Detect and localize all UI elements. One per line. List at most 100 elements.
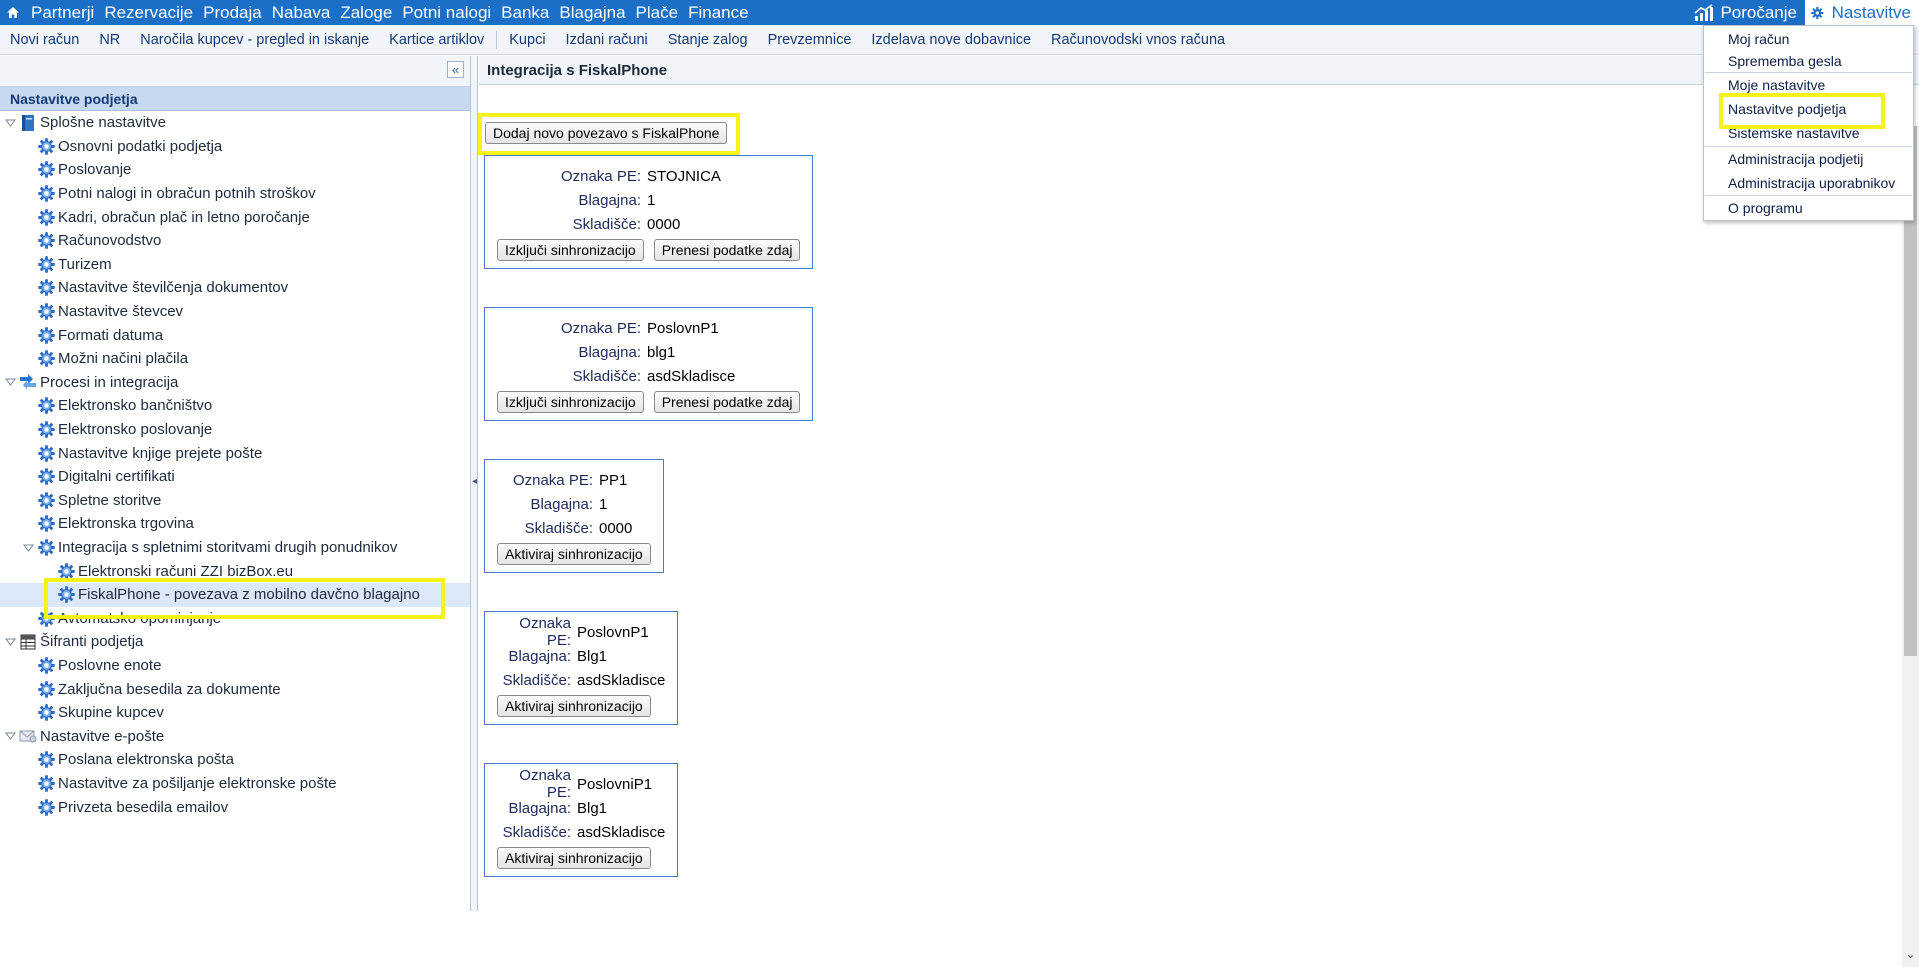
tree-item-kadri-obracun-plac-in-letno-porocanje[interactable]: Kadri, obračun plač in letno poročanje xyxy=(0,205,470,229)
tree-item-splosne-nastavitve[interactable]: Splošne nastavitve xyxy=(0,111,470,135)
tree-item-spletne-storitve[interactable]: Spletne storitve xyxy=(0,489,470,513)
prenesi-podatke-zdaj-button[interactable]: Prenesi podatke zdaj xyxy=(653,391,801,413)
home-icon[interactable] xyxy=(0,0,26,25)
tree-item-zakljucna-besedila-za-dokumente[interactable]: Zaključna besedila za dokumente xyxy=(0,677,470,701)
menu-item-moj-racun[interactable]: Moj račun xyxy=(1728,28,1789,50)
toolbar-novi-racun[interactable]: Novi račun xyxy=(0,32,89,48)
tree-item-elektronsko-poslovanje[interactable]: Elektronsko poslovanje xyxy=(0,418,470,442)
tree-item-nastavitve-e-poste[interactable]: Nastavitve e-pošte xyxy=(0,725,470,749)
tree-expand-icon[interactable] xyxy=(4,376,16,388)
register-field-label: Blagajna: xyxy=(578,343,641,361)
main-menu-bar: Partnerji Rezervacije Prodaja Nabava Zaloge P… xyxy=(0,0,1919,25)
menu-item-o-programu[interactable]: O programu xyxy=(1728,197,1803,219)
tree-item-formati-datuma[interactable]: Formati datuma xyxy=(0,323,470,347)
reports-menu[interactable]: Poročanje xyxy=(1690,0,1803,25)
toolbar-racunovodski-vnos-racuna[interactable]: Računovodski vnos računa xyxy=(1041,32,1235,48)
tree-item-poslovanje[interactable]: Poslovanje xyxy=(0,158,470,182)
toolbar-narocila-kupcev-pregled-in-iskanje[interactable]: Naročila kupcev - pregled in iskanje xyxy=(130,32,379,48)
top-menu-blagajna[interactable]: Blagajna xyxy=(554,0,630,25)
add-fiskalphone-connection-button[interactable]: Dodaj novo povezavo s FiskalPhone xyxy=(485,122,728,144)
toolbar-stanje-zalog[interactable]: Stanje zalog xyxy=(658,32,758,48)
scroll-down-icon[interactable]: ⌄ xyxy=(1904,948,1917,961)
top-menu-prodaja[interactable]: Prodaja xyxy=(198,0,267,25)
warehouse-field-value: 0000 xyxy=(599,519,633,537)
menu-item-administracija-podjetij[interactable]: Administracija podjetij xyxy=(1728,148,1863,170)
tree-item-nastavitve-za-posiljanje-elektronske-poste[interactable]: Nastavitve za pošiljanje elektronske poš… xyxy=(0,772,470,796)
tree-item-label: Skupine kupcev xyxy=(58,704,164,722)
toolbar-izdani-racuni[interactable]: Izdani računi xyxy=(556,32,658,48)
tree-item-nastavitve-stevilcenja-dokumentov[interactable]: Nastavitve številčenja dokumentov xyxy=(0,276,470,300)
warehouse-field: Skladišče: 0000 xyxy=(497,212,800,236)
tree-expand-icon[interactable] xyxy=(4,730,16,742)
tree-item-elektronski-racuni-zzi-bizbox-eu[interactable]: Elektronski računi ZZI bizBox.eu xyxy=(0,559,470,583)
aktiviraj-sinhronizacijo-button[interactable]: Aktiviraj sinhronizacijo xyxy=(497,847,651,869)
top-menu-rezervacije[interactable]: Rezervacije xyxy=(99,0,198,25)
panel-splitter[interactable]: ◂ xyxy=(471,56,478,911)
top-menu-partnerji[interactable]: Partnerji xyxy=(26,0,99,25)
tree-item-skupine-kupcev[interactable]: Skupine kupcev xyxy=(0,701,470,725)
tree-item-procesi-in-integracija[interactable]: Procesi in integracija xyxy=(0,371,470,395)
pe-field: Oznaka PE: PoslovnP1 xyxy=(497,316,800,340)
card-buttons: Aktiviraj sinhronizacijo xyxy=(497,847,665,876)
tree-expand-icon[interactable] xyxy=(22,542,34,554)
tree-item-elektronska-trgovina[interactable]: Elektronska trgovina xyxy=(0,512,470,536)
tree-item-label: Digitalni certifikati xyxy=(58,468,175,486)
izkljuci-sinhronizacijo-button[interactable]: Izključi sinhronizacijo xyxy=(497,239,644,261)
tree-item-turizem[interactable]: Turizem xyxy=(0,253,470,277)
tree-item-nastavitve-knjige-prejete-poste[interactable]: Nastavitve knjige prejete pošte xyxy=(0,441,470,465)
warehouse-field-value: asdSkladisce xyxy=(577,671,666,689)
tree-item-integracija-s-spletnimi-storitvami-drugih-ponudnikov[interactable]: Integracija s spletnimi storitvami drugi… xyxy=(0,536,470,560)
top-menu-banka[interactable]: Banka xyxy=(496,0,554,25)
toolbar-izdelava-nove-dobavnice[interactable]: Izdelava nove dobavnice xyxy=(861,32,1041,48)
toolbar-kartice-artiklov[interactable]: Kartice artiklov xyxy=(379,32,494,48)
gear-icon xyxy=(37,657,55,675)
toolbar-prevzemnice[interactable]: Prevzemnice xyxy=(758,32,862,48)
gear-icon xyxy=(37,137,55,155)
top-menu-potni-nalogi[interactable]: Potni nalogi xyxy=(397,0,496,25)
tree-item-elektronsko-bancnistvo[interactable]: Elektronsko bančništvo xyxy=(0,394,470,418)
tree-item-fiskalphone-povezava-z-mobilno-davcno-blagajno[interactable]: FiskalPhone - povezava z mobilno davčno … xyxy=(0,583,470,607)
menu-item-sistemske-nastavitve[interactable]: Sistemske nastavitve xyxy=(1728,122,1860,144)
aktiviraj-sinhronizacijo-button[interactable]: Aktiviraj sinhronizacijo xyxy=(497,543,651,565)
collapse-panel-button[interactable]: « xyxy=(447,61,464,78)
prenesi-podatke-zdaj-button[interactable]: Prenesi podatke zdaj xyxy=(653,239,801,261)
register-field-value: Blg1 xyxy=(577,647,608,665)
tree-item-poslana-elektronska-posta[interactable]: Poslana elektronska pošta xyxy=(0,748,470,772)
tree-item-digitalni-certifikati[interactable]: Digitalni certifikati xyxy=(0,465,470,489)
tree-item-mozni-nacini-placila[interactable]: Možni načini plačila xyxy=(0,347,470,371)
toolbar-nr[interactable]: NR xyxy=(89,32,130,48)
tree-expand-icon[interactable] xyxy=(4,117,16,129)
izkljuci-sinhronizacijo-button[interactable]: Izključi sinhronizacijo xyxy=(497,391,644,413)
top-menu-place[interactable]: Plače xyxy=(631,0,684,25)
aktiviraj-sinhronizacijo-button[interactable]: Aktiviraj sinhronizacijo xyxy=(497,695,651,717)
top-menu-finance[interactable]: Finance xyxy=(683,0,753,25)
top-menu-nabava[interactable]: Nabava xyxy=(267,0,336,25)
warehouse-field: Skladišče: 0000 xyxy=(497,516,651,540)
toolbar-kupci[interactable]: Kupci xyxy=(499,32,555,48)
settings-menu[interactable]: Nastavitve xyxy=(1805,0,1919,25)
top-menu-zaloge[interactable]: Zaloge xyxy=(335,0,397,25)
pe-field-value: STOJNICA xyxy=(647,167,721,185)
tree-item-privzeta-besedila-emailov[interactable]: Privzeta besedila emailov xyxy=(0,795,470,819)
tree-item-nastavitve-stevcev[interactable]: Nastavitve števcev xyxy=(0,300,470,324)
register-field-value: blg1 xyxy=(647,343,676,361)
tree-item-sifranti-podjetja[interactable]: Šifranti podjetja xyxy=(0,630,470,654)
menu-item-moje-nastavitve[interactable]: Moje nastavitve xyxy=(1728,74,1825,96)
tree-item-racunovodstvo[interactable]: Računovodstvo xyxy=(0,229,470,253)
vertical-scrollbar[interactable]: ⌄ xyxy=(1902,126,1919,967)
settings-dropdown: Moj račun Sprememba gesla Moje nastavitve N… xyxy=(1703,25,1914,221)
tree-item-osnovni-podatki-podjetja[interactable]: Osnovni podatki podjetja xyxy=(0,135,470,159)
menu-item-nastavitve-podjetja[interactable]: Nastavitve podjetja xyxy=(1728,98,1846,120)
menu-item-sprememba-gesla[interactable]: Sprememba gesla xyxy=(1728,50,1842,72)
tree-item-avtomatsko-opominjanje[interactable]: Avtomatsko opominjanje xyxy=(0,607,470,631)
tree-item-potni-nalogi-in-obracun-potnih-stroskov[interactable]: Potni nalogi in obračun potnih stroškov xyxy=(0,182,470,206)
tree-expand-icon[interactable] xyxy=(4,636,16,648)
register-field: Blagajna: Blg1 xyxy=(497,644,665,668)
tree-item-poslovne-enote[interactable]: Poslovne enote xyxy=(0,654,470,678)
menu-item-administracija-uporabnikov[interactable]: Administracija uporabnikov xyxy=(1728,172,1895,194)
